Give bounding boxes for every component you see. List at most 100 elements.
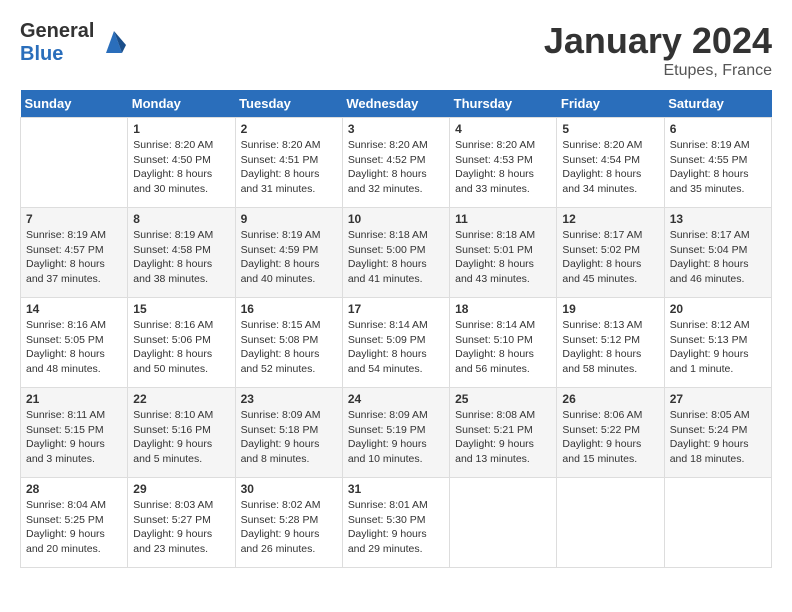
day-info: Sunrise: 8:03 AMSunset: 5:27 PMDaylight:… [133, 498, 229, 557]
calendar-cell: 5 Sunrise: 8:20 AMSunset: 4:54 PMDaylight… [557, 118, 664, 208]
day-info: Sunrise: 8:16 AMSunset: 5:05 PMDaylight:… [26, 318, 122, 377]
day-number: 17 [348, 302, 444, 316]
day-header-friday: Friday [557, 90, 664, 118]
day-number: 5 [562, 122, 658, 136]
day-header-saturday: Saturday [664, 90, 771, 118]
day-number: 23 [241, 392, 337, 406]
day-number: 21 [26, 392, 122, 406]
day-info: Sunrise: 8:14 AMSunset: 5:10 PMDaylight:… [455, 318, 551, 377]
day-number: 7 [26, 212, 122, 226]
day-info: Sunrise: 8:12 AMSunset: 5:13 PMDaylight:… [670, 318, 766, 377]
day-info: Sunrise: 8:13 AMSunset: 5:12 PMDaylight:… [562, 318, 658, 377]
logo-icon [98, 25, 130, 57]
calendar-cell [450, 478, 557, 568]
month-title: January 2024 [544, 20, 772, 62]
calendar-cell: 3Sunrise: 8:20 AMSunset: 4:52 PMDaylight… [342, 118, 449, 208]
day-number: 30 [241, 482, 337, 496]
day-number: 10 [348, 212, 444, 226]
day-info: Sunrise: 8:05 AMSunset: 5:24 PMDaylight:… [670, 408, 766, 467]
page-header: General Blue January 2024 Etupes, France [20, 20, 772, 80]
day-number: 13 [670, 212, 766, 226]
calendar-week-row: 21 Sunrise: 8:11 AMSunset: 5:15 PMDayligh… [21, 388, 772, 478]
calendar-header-row: SundayMondayTuesdayWednesdayThursdayFrid… [21, 90, 772, 118]
calendar-week-row: 14 Sunrise: 8:16 AMSunset: 5:05 PMDayligh… [21, 298, 772, 388]
day-number: 20 [670, 302, 766, 316]
day-info: Sunrise: 8:04 AMSunset: 5:25 PMDaylight:… [26, 498, 122, 557]
logo: General Blue [20, 20, 130, 66]
calendar-cell: 10 Sunrise: 8:18 AMSunset: 5:00 PMDayligh… [342, 208, 449, 298]
calendar-cell: 20 Sunrise: 8:12 AMSunset: 5:13 PMDayligh… [664, 298, 771, 388]
calendar-cell: 19 Sunrise: 8:13 AMSunset: 5:12 PMDayligh… [557, 298, 664, 388]
logo-general: General [20, 20, 94, 42]
day-number: 27 [670, 392, 766, 406]
day-number: 9 [241, 212, 337, 226]
day-info: Sunrise: 8:11 AMSunset: 5:15 PMDaylight:… [26, 408, 122, 467]
day-number: 6 [670, 122, 766, 136]
calendar-cell: 30 Sunrise: 8:02 AMSunset: 5:28 PMDayligh… [235, 478, 342, 568]
day-number: 12 [562, 212, 658, 226]
location: Etupes, France [544, 62, 772, 80]
day-number: 1 [133, 122, 229, 136]
day-info: Sunrise: 8:20 AMSunset: 4:51 PMDaylight:… [241, 138, 337, 197]
day-info: Sunrise: 8:18 AMSunset: 5:00 PMDaylight:… [348, 228, 444, 287]
day-number: 22 [133, 392, 229, 406]
calendar-cell: 6 Sunrise: 8:19 AMSunset: 4:55 PMDaylight… [664, 118, 771, 208]
day-number: 19 [562, 302, 658, 316]
day-header-wednesday: Wednesday [342, 90, 449, 118]
day-info: Sunrise: 8:19 AMSunset: 4:58 PMDaylight:… [133, 228, 229, 287]
day-number: 15 [133, 302, 229, 316]
day-info: Sunrise: 8:15 AMSunset: 5:08 PMDaylight:… [241, 318, 337, 377]
calendar-cell: 2 Sunrise: 8:20 AMSunset: 4:51 PMDaylight… [235, 118, 342, 208]
day-number: 28 [26, 482, 122, 496]
calendar-cell [664, 478, 771, 568]
calendar-cell: 25 Sunrise: 8:08 AMSunset: 5:21 PMDayligh… [450, 388, 557, 478]
calendar-cell: 7 Sunrise: 8:19 AMSunset: 4:57 PMDaylight… [21, 208, 128, 298]
day-number: 24 [348, 392, 444, 406]
calendar-cell: 8 Sunrise: 8:19 AMSunset: 4:58 PMDaylight… [128, 208, 235, 298]
day-info: Sunrise: 8:20 AMSunset: 4:54 PMDaylight:… [562, 138, 658, 197]
day-number: 14 [26, 302, 122, 316]
calendar-cell: 11 Sunrise: 8:18 AMSunset: 5:01 PMDayligh… [450, 208, 557, 298]
day-number: 2 [241, 122, 337, 136]
logo-blue: Blue [20, 43, 63, 65]
day-number: 25 [455, 392, 551, 406]
day-number: 11 [455, 212, 551, 226]
title-section: January 2024 Etupes, France [544, 20, 772, 80]
day-info: Sunrise: 8:18 AMSunset: 5:01 PMDaylight:… [455, 228, 551, 287]
calendar-cell: 26 Sunrise: 8:06 AMSunset: 5:22 PMDayligh… [557, 388, 664, 478]
day-info: Sunrise: 8:09 AMSunset: 5:19 PMDaylight:… [348, 408, 444, 467]
day-info: Sunrise: 8:08 AMSunset: 5:21 PMDaylight:… [455, 408, 551, 467]
calendar-cell: 24 Sunrise: 8:09 AMSunset: 5:19 PMDayligh… [342, 388, 449, 478]
day-info: Sunrise: 8:09 AMSunset: 5:18 PMDaylight:… [241, 408, 337, 467]
day-info: Sunrise: 8:02 AMSunset: 5:28 PMDaylight:… [241, 498, 337, 557]
logo-text: General Blue [20, 20, 94, 66]
day-header-tuesday: Tuesday [235, 90, 342, 118]
day-info: Sunrise: 8:19 AMSunset: 4:59 PMDaylight:… [241, 228, 337, 287]
calendar-cell: 9 Sunrise: 8:19 AMSunset: 4:59 PMDaylight… [235, 208, 342, 298]
calendar-cell [21, 118, 128, 208]
day-number: 4 [455, 122, 551, 136]
calendar-table: SundayMondayTuesdayWednesdayThursdayFrid… [20, 90, 772, 568]
calendar-week-row: 1Sunrise: 8:20 AMSunset: 4:50 PMDaylight… [21, 118, 772, 208]
day-info: Sunrise: 8:19 AMSunset: 4:57 PMDaylight:… [26, 228, 122, 287]
day-number: 8 [133, 212, 229, 226]
calendar-cell: 13Sunrise: 8:17 AMSunset: 5:04 PMDayligh… [664, 208, 771, 298]
day-info: Sunrise: 8:17 AMSunset: 5:02 PMDaylight:… [562, 228, 658, 287]
calendar-cell: 1Sunrise: 8:20 AMSunset: 4:50 PMDaylight… [128, 118, 235, 208]
calendar-cell: 29 Sunrise: 8:03 AMSunset: 5:27 PMDayligh… [128, 478, 235, 568]
day-info: Sunrise: 8:01 AMSunset: 5:30 PMDaylight:… [348, 498, 444, 557]
day-header-monday: Monday [128, 90, 235, 118]
calendar-cell: 12 Sunrise: 8:17 AMSunset: 5:02 PMDayligh… [557, 208, 664, 298]
calendar-cell: 18 Sunrise: 8:14 AMSunset: 5:10 PMDayligh… [450, 298, 557, 388]
day-number: 3 [348, 122, 444, 136]
day-info: Sunrise: 8:16 AMSunset: 5:06 PMDaylight:… [133, 318, 229, 377]
day-number: 18 [455, 302, 551, 316]
day-info: Sunrise: 8:06 AMSunset: 5:22 PMDaylight:… [562, 408, 658, 467]
day-number: 29 [133, 482, 229, 496]
calendar-cell: 21 Sunrise: 8:11 AMSunset: 5:15 PMDayligh… [21, 388, 128, 478]
day-header-thursday: Thursday [450, 90, 557, 118]
day-info: Sunrise: 8:19 AMSunset: 4:55 PMDaylight:… [670, 138, 766, 197]
day-info: Sunrise: 8:10 AMSunset: 5:16 PMDaylight:… [133, 408, 229, 467]
day-info: Sunrise: 8:14 AMSunset: 5:09 PMDaylight:… [348, 318, 444, 377]
day-number: 26 [562, 392, 658, 406]
